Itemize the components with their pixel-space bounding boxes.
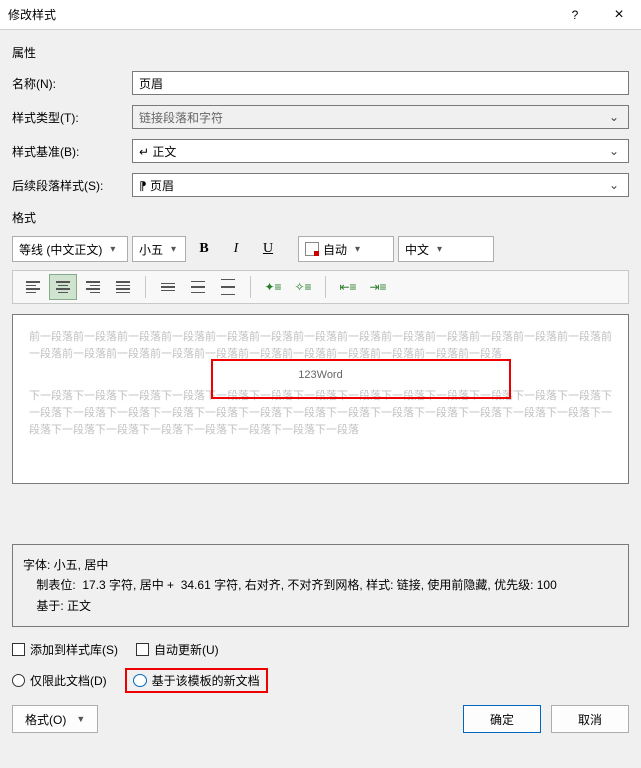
para-space-dec-button[interactable]: ✧≡ (289, 274, 317, 300)
highlight-box-icon: 基于该模板的新文档 (125, 668, 268, 693)
help-button[interactable]: ? (553, 0, 597, 30)
indent-dec-button[interactable]: ⇤≡ (334, 274, 362, 300)
linespace-1-button[interactable] (154, 274, 182, 300)
align-right-button[interactable] (79, 274, 107, 300)
chevron-down-icon: ▼ (76, 714, 85, 724)
chevron-down-icon: ▾ (110, 244, 115, 255)
type-label: 样式类型(T): (12, 109, 132, 126)
base-label: 样式基准(B): (12, 143, 132, 160)
titlebar: 修改样式 ? × (0, 0, 641, 30)
underline-button[interactable]: U (254, 236, 282, 262)
chevron-down-icon: ⌄ (606, 178, 622, 192)
dialog-footer: 格式(O)▼ 确定 取消 (0, 693, 641, 745)
format-menu-button[interactable]: 格式(O)▼ (12, 705, 98, 733)
align-justify-button[interactable] (109, 274, 137, 300)
desc-line: 制表位: 17.3 字符, 居中 + 34.61 字符, 右对齐, 不对齐到网格… (23, 575, 618, 595)
color-swatch-icon (305, 242, 319, 256)
name-label: 名称(N): (12, 75, 132, 92)
base-select[interactable]: ↵ 正文⌄ (132, 139, 629, 163)
bold-button[interactable]: B (190, 236, 218, 262)
preview-before: 前一段落前一段落前一段落前一段落前一段落前一段落前一段落前一段落前一段落前一段落… (29, 329, 612, 363)
linespace-15-button[interactable] (184, 274, 212, 300)
template-radio[interactable]: 基于该模板的新文档 (133, 672, 260, 689)
color-select[interactable]: 自动▾ (298, 236, 394, 262)
checkbox-icon (12, 643, 25, 656)
lang-select[interactable]: 中文▾ (398, 236, 494, 262)
align-left-button[interactable] (19, 274, 47, 300)
follow-label: 后续段落样式(S): (12, 177, 132, 194)
auto-update-checkbox[interactable]: 自动更新(U) (136, 641, 219, 658)
name-input[interactable]: 页眉 (132, 71, 629, 95)
window-title: 修改样式 (0, 6, 553, 23)
description-box: 字体: 小五, 居中 制表位: 17.3 字符, 居中 + 34.61 字符, … (12, 544, 629, 627)
chevron-down-icon: ⌄ (606, 144, 622, 158)
preview-pane: 前一段落前一段落前一段落前一段落前一段落前一段落前一段落前一段落前一段落前一段落… (12, 314, 629, 484)
align-center-button[interactable] (49, 274, 77, 300)
chevron-down-icon: ▾ (355, 244, 360, 255)
chevron-down-icon: ▾ (437, 244, 442, 255)
format-toolbar-1: 等线 (中文正文)▾ 小五▾ B I U 自动▾ 中文▾ (12, 236, 629, 262)
this-doc-radio[interactable]: 仅限此文档(D) (12, 672, 107, 689)
separator (250, 276, 251, 298)
ok-button[interactable]: 确定 (463, 705, 541, 733)
section-props-label: 属性 (12, 44, 629, 61)
add-gallery-checkbox[interactable]: 添加到样式库(S) (12, 641, 118, 658)
italic-button[interactable]: I (222, 236, 250, 262)
size-select[interactable]: 小五▾ (132, 236, 186, 262)
chevron-down-icon: ⌄ (606, 110, 622, 124)
para-space-inc-button[interactable]: ✦≡ (259, 274, 287, 300)
preview-after: 下一段落下一段落下一段落下一段落下一段落下一段落下一段落下一段落下一段落下一段落… (29, 388, 612, 439)
separator (145, 276, 146, 298)
desc-line: 基于: 正文 (23, 596, 618, 616)
cancel-button[interactable]: 取消 (551, 705, 629, 733)
chevron-down-icon: ▾ (171, 244, 176, 255)
indent-inc-button[interactable]: ⇥≡ (364, 274, 392, 300)
radio-icon (12, 674, 25, 687)
radio-icon (133, 674, 147, 687)
type-select: 链接段落和字符⌄ (132, 105, 629, 129)
preview-sample: 123Word (29, 367, 612, 384)
font-select[interactable]: 等线 (中文正文)▾ (12, 236, 128, 262)
section-format-label: 格式 (12, 209, 629, 226)
format-toolbar-2: ✦≡ ✧≡ ⇤≡ ⇥≡ (12, 270, 629, 304)
checkbox-icon (136, 643, 149, 656)
separator (325, 276, 326, 298)
desc-line: 字体: 小五, 居中 (23, 555, 618, 575)
close-button[interactable]: × (597, 0, 641, 30)
linespace-2-button[interactable] (214, 274, 242, 300)
follow-select[interactable]: ⁋ 页眉⌄ (132, 173, 629, 197)
